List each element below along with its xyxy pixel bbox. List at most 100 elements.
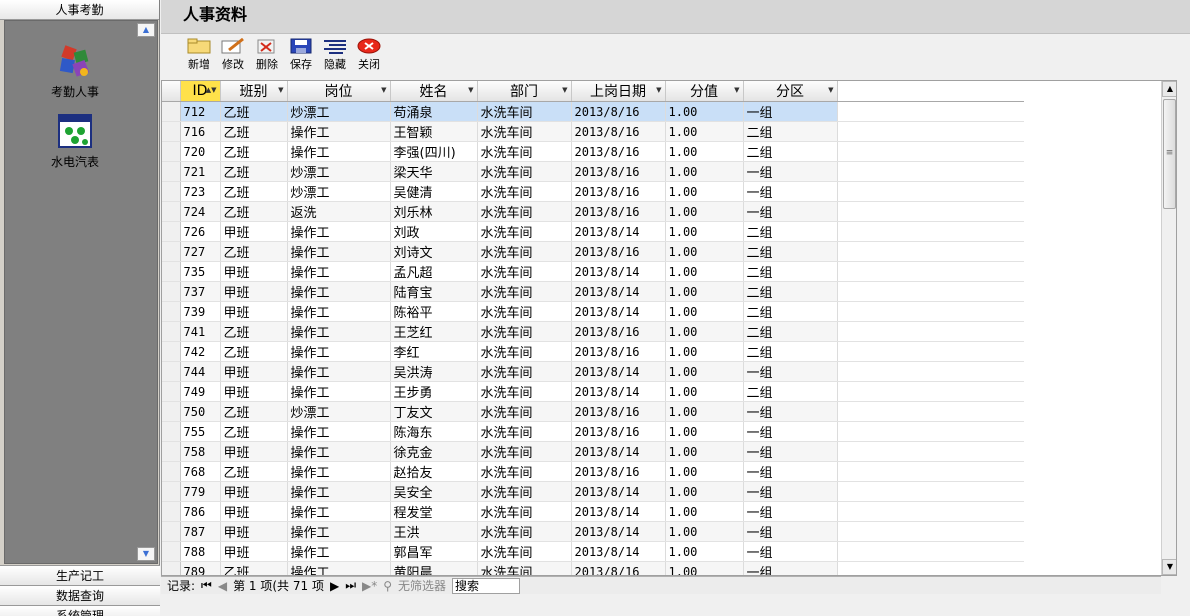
row-selector[interactable] [162, 341, 181, 362]
row-selector[interactable] [162, 481, 181, 502]
row-selector[interactable] [162, 541, 181, 562]
table-cell[interactable]: 一组 [743, 421, 838, 442]
table-cell[interactable]: 水洗车间 [477, 521, 572, 542]
table-cell[interactable]: 陆育宝 [390, 281, 478, 302]
table-cell[interactable]: 水洗车间 [477, 101, 572, 122]
table-row[interactable]: 712 乙班 炒漂工 苟涌泉 水洗车间 2013/8/16 1.00 一组 [162, 101, 1024, 122]
table-row[interactable]: 721 乙班 炒漂工 梁天华 水洗车间 2013/8/16 1.00 一组 [162, 161, 1024, 182]
last-record-icon[interactable]: ⏭ [345, 578, 356, 593]
table-cell[interactable]: 乙班 [220, 341, 288, 362]
table-cell[interactable]: 2013/8/14 [571, 381, 666, 402]
table-cell[interactable]: 黄阳晨 [390, 561, 478, 575]
table-row[interactable]: 787 甲班 操作工 王洪 水洗车间 2013/8/14 1.00 一组 [162, 521, 1024, 542]
table-cell[interactable]: 操作工 [287, 301, 391, 322]
table-cell[interactable]: 乙班 [220, 161, 288, 182]
table-cell[interactable]: 操作工 [287, 281, 391, 302]
table-cell[interactable]: 1.00 [665, 101, 744, 122]
row-selector[interactable] [162, 161, 181, 182]
new-button[interactable]: 新增 [183, 38, 215, 74]
table-cell[interactable]: 723 [180, 181, 221, 202]
table-cell[interactable]: 720 [180, 141, 221, 162]
table-cell[interactable]: 1.00 [665, 181, 744, 202]
row-selector[interactable] [162, 381, 181, 402]
table-cell[interactable]: 789 [180, 561, 221, 575]
next-record-icon[interactable]: ▶ [330, 579, 339, 593]
table-cell[interactable]: 乙班 [220, 141, 288, 162]
dropdown-icon[interactable]: ▼ [278, 86, 283, 94]
table-cell[interactable]: 王洪 [390, 521, 478, 542]
table-cell[interactable]: 2013/8/14 [571, 301, 666, 322]
table-cell[interactable]: 操作工 [287, 341, 391, 362]
row-selector[interactable] [162, 181, 181, 202]
table-cell[interactable]: 甲班 [220, 501, 288, 522]
table-cell[interactable]: 郭昌军 [390, 541, 478, 562]
select-all-cell[interactable] [162, 81, 181, 102]
row-selector[interactable] [162, 441, 181, 462]
row-selector[interactable] [162, 101, 181, 122]
table-cell[interactable]: 1.00 [665, 381, 744, 402]
table-cell[interactable]: 操作工 [287, 241, 391, 262]
table-cell[interactable]: 1.00 [665, 201, 744, 222]
table-cell[interactable]: 1.00 [665, 481, 744, 502]
row-selector[interactable] [162, 121, 181, 142]
table-row[interactable]: 735 甲班 操作工 孟凡超 水洗车间 2013/8/14 1.00 二组 [162, 261, 1024, 282]
row-selector[interactable] [162, 421, 181, 442]
table-cell[interactable]: 甲班 [220, 521, 288, 542]
table-cell[interactable]: 750 [180, 401, 221, 422]
table-cell[interactable]: 2013/8/16 [571, 401, 666, 422]
table-cell[interactable]: 2013/8/14 [571, 221, 666, 242]
table-cell[interactable]: 一组 [743, 441, 838, 462]
row-selector[interactable] [162, 281, 181, 302]
table-cell[interactable]: 苟涌泉 [390, 101, 478, 122]
table-cell[interactable]: 1.00 [665, 321, 744, 342]
table-row[interactable]: 749 甲班 操作工 王步勇 水洗车间 2013/8/14 1.00 二组 [162, 381, 1024, 402]
row-selector[interactable] [162, 461, 181, 482]
table-cell[interactable]: 二组 [743, 261, 838, 282]
table-cell[interactable]: 水洗车间 [477, 561, 572, 575]
table-row[interactable]: 786 甲班 操作工 程发堂 水洗车间 2013/8/14 1.00 一组 [162, 501, 1024, 522]
table-cell[interactable]: 721 [180, 161, 221, 182]
table-cell[interactable]: 返洗 [287, 201, 391, 222]
table-cell[interactable]: 二组 [743, 281, 838, 302]
filter-icon[interactable]: ⚲ [383, 579, 392, 593]
table-cell[interactable]: 梁天华 [390, 161, 478, 182]
table-cell[interactable]: 操作工 [287, 221, 391, 242]
save-button[interactable]: 保存 [285, 38, 317, 74]
table-cell[interactable]: 水洗车间 [477, 281, 572, 302]
table-cell[interactable]: 1.00 [665, 401, 744, 422]
table-cell[interactable]: 1.00 [665, 501, 744, 522]
table-cell[interactable]: 徐克金 [390, 441, 478, 462]
table-cell[interactable]: 二组 [743, 121, 838, 142]
table-cell[interactable]: 乙班 [220, 561, 288, 575]
table-cell[interactable]: 758 [180, 441, 221, 462]
table-row[interactable]: 779 甲班 操作工 吴安全 水洗车间 2013/8/14 1.00 一组 [162, 481, 1024, 502]
table-cell[interactable]: 一组 [743, 481, 838, 502]
column-header-start-date[interactable]: 上岗日期 ▼ [571, 81, 666, 102]
search-field[interactable]: 搜索 [452, 577, 521, 594]
table-cell[interactable]: 操作工 [287, 461, 391, 482]
dropdown-icon[interactable]: ▼ [734, 86, 739, 94]
table-cell[interactable]: 丁友文 [390, 401, 478, 422]
table-cell[interactable]: 2013/8/16 [571, 201, 666, 222]
table-cell[interactable]: 操作工 [287, 441, 391, 462]
table-cell[interactable]: 1.00 [665, 361, 744, 382]
table-row[interactable]: 742 乙班 操作工 李红 水洗车间 2013/8/16 1.00 二组 [162, 341, 1024, 362]
table-cell[interactable]: 操作工 [287, 541, 391, 562]
table-cell[interactable]: 1.00 [665, 461, 744, 482]
table-cell[interactable]: 787 [180, 521, 221, 542]
scroll-up-icon[interactable]: ▲ [137, 23, 155, 37]
table-cell[interactable]: 吴健清 [390, 181, 478, 202]
close-button[interactable]: 关闭 [353, 38, 385, 74]
table-cell[interactable]: 炒漂工 [287, 181, 391, 202]
table-cell[interactable]: 一组 [743, 101, 838, 122]
table-row[interactable]: 726 甲班 操作工 刘政 水洗车间 2013/8/14 1.00 二组 [162, 221, 1024, 242]
scroll-thumb[interactable]: ≡ [1163, 99, 1176, 209]
table-cell[interactable]: 李强(四川) [390, 141, 478, 162]
table-cell[interactable]: 操作工 [287, 421, 391, 442]
table-cell[interactable]: 二组 [743, 301, 838, 322]
table-row[interactable]: 716 乙班 操作工 王智颖 水洗车间 2013/8/16 1.00 二组 [162, 121, 1024, 142]
table-cell[interactable]: 2013/8/14 [571, 441, 666, 462]
dropdown-icon[interactable]: ▼ [656, 86, 661, 94]
row-selector[interactable] [162, 221, 181, 242]
table-cell[interactable]: 操作工 [287, 261, 391, 282]
